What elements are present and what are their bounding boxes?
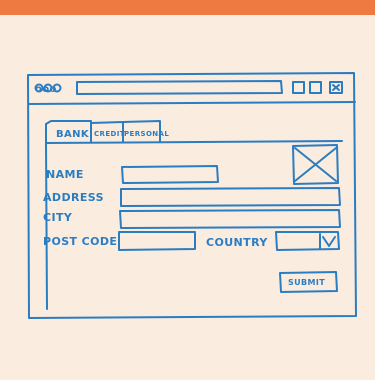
name-field[interactable] <box>121 165 219 184</box>
minimize-button[interactable] <box>292 81 305 94</box>
post-code-field[interactable] <box>118 231 196 251</box>
image-placeholder-icon <box>292 144 339 185</box>
name-label: NAME <box>46 168 84 181</box>
window-title-input[interactable] <box>76 80 283 95</box>
maximize-button[interactable] <box>309 81 322 94</box>
window-controls-label: ooo <box>35 84 57 95</box>
tab-label-personal: PERSONAL <box>124 130 169 138</box>
address-label: ADDRESS <box>43 191 104 204</box>
city-label: CITY <box>43 211 73 224</box>
wireframe-sketch: ooo BANK CREDIT PERSONAL NAME ADDRESS CI… <box>27 72 357 319</box>
address-field[interactable] <box>120 187 341 207</box>
country-select[interactable] <box>275 231 340 251</box>
tab-label-credit: CREDIT <box>94 130 125 138</box>
sketch-canvas: ooo BANK CREDIT PERSONAL NAME ADDRESS CI… <box>0 0 375 380</box>
submit-button-label: SUBMIT <box>288 278 325 287</box>
window-title-divider <box>28 101 356 105</box>
close-button[interactable] <box>329 81 343 94</box>
city-field[interactable] <box>119 209 341 229</box>
post-code-label: POST CODE <box>43 235 117 248</box>
country-label: COUNTRY <box>206 236 268 249</box>
tab-label-bank: BANK <box>56 129 90 140</box>
